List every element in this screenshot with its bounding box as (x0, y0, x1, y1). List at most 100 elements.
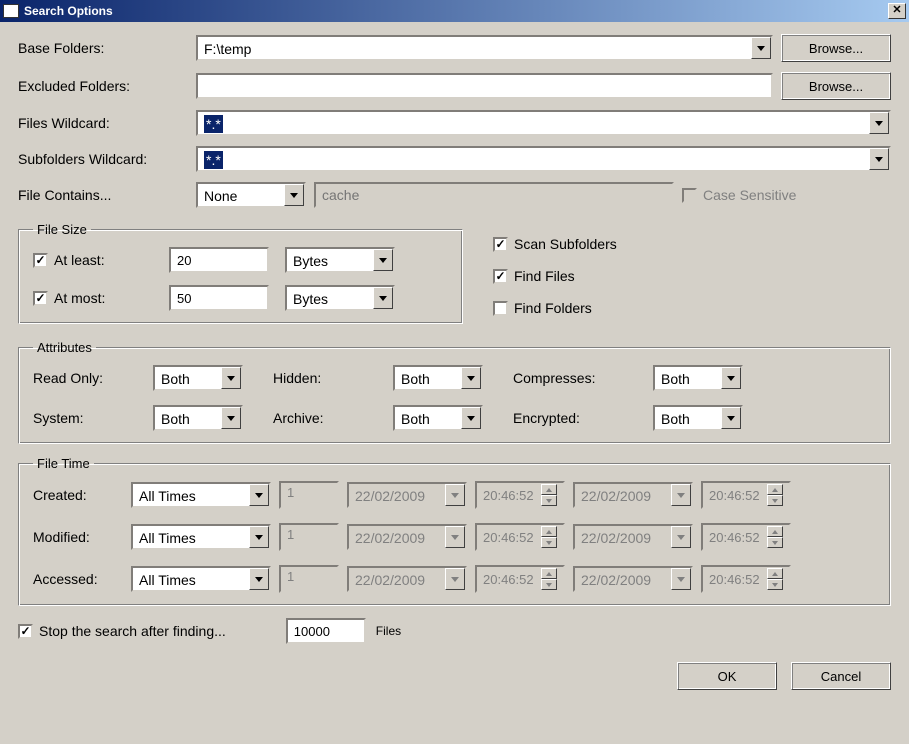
archive-select[interactable]: Both (393, 405, 483, 431)
files-wildcard-combo[interactable]: *.* (196, 110, 891, 136)
chevron-down-icon (451, 577, 459, 582)
scan-subfolders-wrap[interactable]: ✓ Scan Subfolders (493, 236, 617, 252)
file-contains-dropdown-button[interactable] (284, 184, 304, 206)
ok-button[interactable]: OK (677, 662, 777, 690)
base-folders-dropdown-button[interactable] (751, 37, 771, 59)
read-only-select[interactable]: Both (153, 365, 243, 391)
find-files-checkbox[interactable]: ✓ (493, 269, 508, 284)
system-select[interactable]: Both (153, 405, 243, 431)
base-folders-label: Base Folders: (18, 40, 188, 56)
files-wildcard-label: Files Wildcard: (18, 115, 188, 131)
at-least-unit-value: Bytes (287, 249, 373, 271)
attributes-group: Attributes Read Only: Both Hidden: Both … (18, 340, 891, 444)
accessed-date-from: 22/02/2009 (347, 566, 467, 592)
cancel-button[interactable]: Cancel (791, 662, 891, 690)
scan-subfolders-checkbox[interactable]: ✓ (493, 237, 508, 252)
created-date-from: 22/02/2009 (347, 482, 467, 508)
chevron-down-icon (875, 157, 883, 162)
archive-label: Archive: (273, 410, 373, 426)
stop-after-wrap[interactable]: ✓ Stop the search after finding... (18, 623, 226, 639)
chevron-down-icon (467, 376, 475, 381)
accessed-label: Accessed: (33, 571, 123, 587)
case-sensitive-label: Case Sensitive (703, 187, 796, 203)
window-title: Search Options (24, 4, 888, 18)
window-icon (3, 4, 19, 18)
modified-date-to: 22/02/2009 (573, 524, 693, 550)
excluded-folders-label: Excluded Folders: (18, 78, 188, 94)
created-row: Created: All Times 1 22/02/2009 20:46:52… (33, 481, 876, 509)
files-wildcard-dropdown-button[interactable] (869, 112, 889, 134)
at-most-checkbox[interactable]: ✓ (33, 291, 48, 306)
chevron-down-icon (451, 535, 459, 540)
file-contains-select[interactable]: None (196, 182, 306, 208)
at-most-check-wrap[interactable]: ✓ At most: (33, 290, 153, 306)
compresses-label: Compresses: (513, 370, 633, 386)
titlebar: Search Options ✕ (0, 0, 909, 22)
chevron-down-icon (379, 296, 387, 301)
file-size-legend: File Size (33, 222, 91, 237)
chevron-down-icon (255, 493, 263, 498)
find-folders-wrap[interactable]: Find Folders (493, 300, 617, 316)
modified-mode[interactable]: All Times (131, 524, 271, 550)
stop-after-checkbox[interactable]: ✓ (18, 624, 33, 639)
chevron-down-icon (227, 376, 235, 381)
find-files-label: Find Files (514, 268, 575, 284)
files-suffix: Files (376, 624, 401, 638)
at-most-unit-value: Bytes (287, 287, 373, 309)
at-least-label: At least: (54, 252, 105, 268)
close-button[interactable]: ✕ (888, 3, 906, 19)
accessed-time-to: 20:46:52 (701, 565, 791, 593)
stop-count-input[interactable] (286, 618, 366, 644)
at-most-input[interactable] (169, 285, 269, 311)
browse-excluded-button[interactable]: Browse... (781, 72, 891, 100)
file-size-group: File Size ✓ At least: Bytes ✓ At most: (18, 222, 463, 324)
chevron-down-icon (677, 493, 685, 498)
created-label: Created: (33, 487, 123, 503)
accessed-row: Accessed: All Times 1 22/02/2009 20:46:5… (33, 565, 876, 593)
find-files-wrap[interactable]: ✓ Find Files (493, 268, 617, 284)
at-least-check-wrap[interactable]: ✓ At least: (33, 252, 153, 268)
hidden-select[interactable]: Both (393, 365, 483, 391)
created-num: 1 (279, 481, 339, 509)
base-folders-value: F:\temp (198, 37, 751, 59)
accessed-mode[interactable]: All Times (131, 566, 271, 592)
accessed-time-from: 20:46:52 (475, 565, 565, 593)
browse-base-button[interactable]: Browse... (781, 34, 891, 62)
subfolders-wildcard-combo[interactable]: *.* (196, 146, 891, 172)
encrypted-select[interactable]: Both (653, 405, 743, 431)
compresses-select[interactable]: Both (653, 365, 743, 391)
file-time-legend: File Time (33, 456, 94, 471)
chevron-down-icon (757, 46, 765, 51)
at-least-input[interactable] (169, 247, 269, 273)
hidden-label: Hidden: (273, 370, 373, 386)
chevron-down-icon (255, 535, 263, 540)
chevron-down-icon (290, 193, 298, 198)
accessed-date-to: 22/02/2009 (573, 566, 693, 592)
chevron-down-icon (677, 535, 685, 540)
files-wildcard-value: *.* (204, 115, 223, 133)
dialog-body: Base Folders: F:\temp Browse... Excluded… (0, 22, 909, 702)
modified-label: Modified: (33, 529, 123, 545)
modified-num: 1 (279, 523, 339, 551)
chevron-down-icon (227, 416, 235, 421)
chevron-down-icon (467, 416, 475, 421)
modified-time-to: 20:46:52 (701, 523, 791, 551)
find-folders-checkbox[interactable] (493, 301, 508, 316)
created-date-to: 22/02/2009 (573, 482, 693, 508)
subfolders-wildcard-dropdown-button[interactable] (869, 148, 889, 170)
attributes-legend: Attributes (33, 340, 96, 355)
case-sensitive-checkbox[interactable] (682, 188, 697, 203)
at-most-unit[interactable]: Bytes (285, 285, 395, 311)
scan-options: ✓ Scan Subfolders ✓ Find Files Find Fold… (493, 218, 617, 336)
at-least-checkbox[interactable]: ✓ (33, 253, 48, 268)
excluded-folders-input[interactable] (196, 73, 773, 99)
modified-time-from: 20:46:52 (475, 523, 565, 551)
created-time-to: 20:46:52 (701, 481, 791, 509)
created-mode[interactable]: All Times (131, 482, 271, 508)
chevron-down-icon (875, 121, 883, 126)
chevron-down-icon (727, 376, 735, 381)
at-least-unit[interactable]: Bytes (285, 247, 395, 273)
modified-date-from: 22/02/2009 (347, 524, 467, 550)
base-folders-combo[interactable]: F:\temp (196, 35, 773, 61)
file-contains-input[interactable] (314, 182, 674, 208)
